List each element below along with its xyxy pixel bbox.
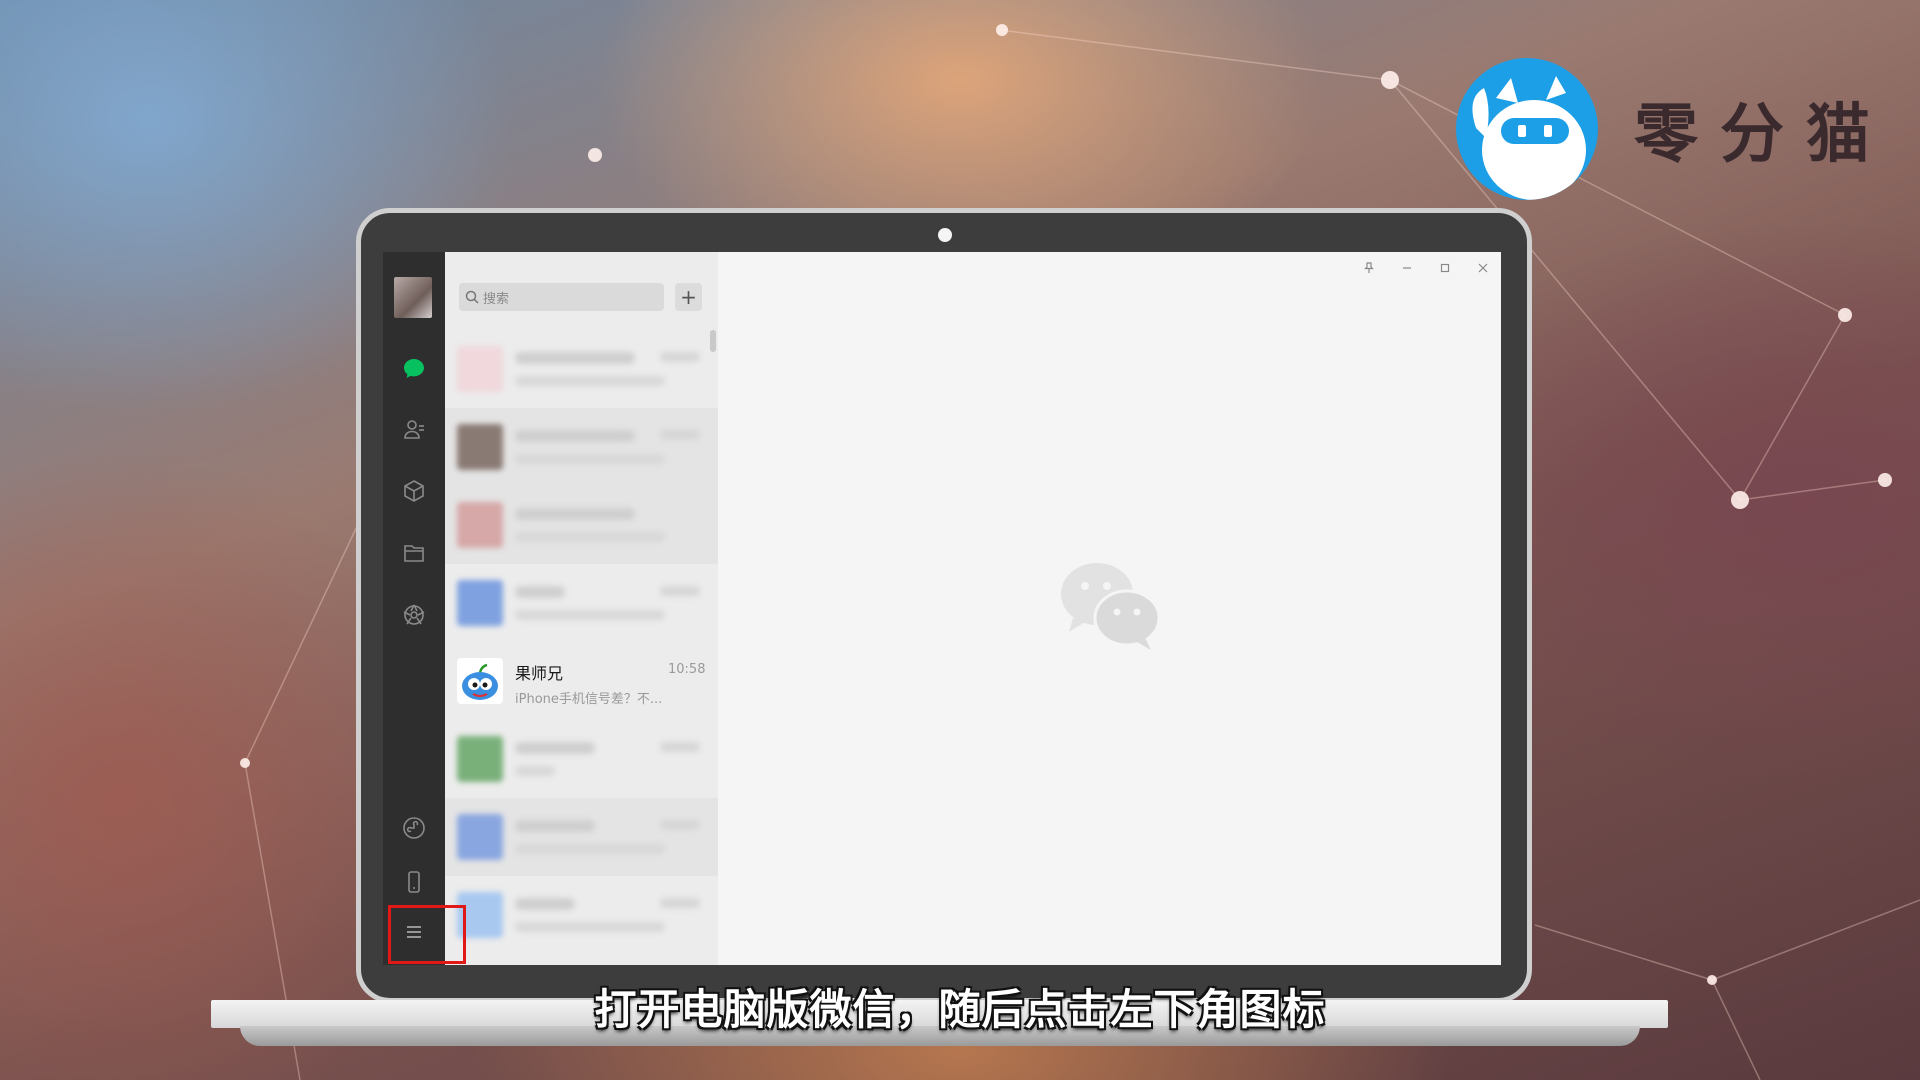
add-button[interactable]: +	[675, 283, 702, 311]
chat-name: 果师兄	[515, 664, 564, 683]
placeholder-text	[515, 376, 665, 386]
contact-avatar	[457, 502, 503, 548]
chat-item-guoshixiong[interactable]: 果师兄 10:58 iPhone手机信号差？不...	[445, 642, 718, 720]
contact-avatar	[457, 736, 503, 782]
chat-preview: iPhone手机信号差？不...	[515, 692, 663, 707]
chat-time: 10:58	[668, 662, 706, 677]
placeholder-text	[515, 352, 635, 364]
contact-avatar	[457, 814, 503, 860]
placeholder-text	[660, 352, 700, 362]
maximize-icon[interactable]	[1437, 262, 1453, 278]
laptop-camera	[938, 228, 952, 242]
mini-program-icon[interactable]	[397, 811, 431, 845]
placeholder-text	[515, 922, 665, 932]
contacts-icon[interactable]	[397, 412, 431, 446]
files-icon[interactable]	[397, 536, 431, 570]
wechat-logo-icon	[1061, 563, 1161, 650]
placeholder-text	[515, 532, 665, 542]
list-item[interactable]	[445, 876, 718, 954]
chat-list-panel: 搜索 + 果师兄 10:58 iPhone手机信号差？不...	[445, 252, 718, 965]
contact-avatar	[457, 580, 503, 626]
placeholder-text	[515, 820, 595, 832]
wechat-sidebar	[383, 252, 445, 965]
placeholder-text	[515, 454, 665, 464]
chat-list-scrollbar[interactable]	[710, 330, 716, 352]
list-item[interactable]	[445, 720, 718, 798]
moments-icon[interactable]	[397, 598, 431, 632]
pin-icon[interactable]	[1361, 262, 1377, 278]
placeholder-text	[515, 898, 575, 910]
placeholder-text	[515, 742, 595, 754]
minimize-icon[interactable]	[1399, 262, 1415, 278]
wechat-window: 搜索 + 果师兄 10:58 iPhone手机信号差？不...	[383, 252, 1501, 965]
list-item[interactable]	[445, 408, 718, 486]
placeholder-text	[515, 610, 665, 620]
list-item[interactable]	[445, 564, 718, 642]
user-avatar[interactable]	[394, 277, 432, 318]
cat-mascot-icon	[1456, 58, 1598, 200]
phone-icon[interactable]	[397, 865, 431, 899]
contact-avatar	[457, 424, 503, 470]
favorites-icon[interactable]	[397, 474, 431, 508]
placeholder-text	[660, 820, 700, 830]
contact-avatar	[457, 658, 503, 704]
list-item[interactable]	[445, 486, 718, 564]
chat-icon[interactable]	[397, 352, 431, 386]
contact-avatar	[457, 346, 503, 392]
list-item[interactable]	[445, 330, 718, 408]
placeholder-text	[660, 742, 700, 752]
placeholder-text	[660, 898, 700, 908]
search-input[interactable]: 搜索	[459, 283, 664, 311]
search-placeholder: 搜索	[483, 291, 510, 307]
window-controls	[1361, 262, 1491, 278]
search-icon	[465, 290, 479, 304]
instruction-subtitle: 打开电脑版微信，随后点击左下角图标	[594, 985, 1326, 1034]
placeholder-text	[515, 508, 635, 520]
placeholder-text	[515, 430, 635, 442]
placeholder-text	[660, 430, 700, 440]
menu-highlight-box	[388, 905, 466, 964]
placeholder-text	[515, 586, 565, 598]
close-icon[interactable]	[1475, 262, 1491, 278]
placeholder-text	[515, 844, 665, 854]
list-item[interactable]	[445, 798, 718, 876]
brand-name: 零分猫	[1634, 98, 1892, 172]
placeholder-text	[515, 766, 555, 776]
brand-logo: 零分猫	[1456, 58, 1892, 200]
placeholder-text	[660, 586, 700, 596]
